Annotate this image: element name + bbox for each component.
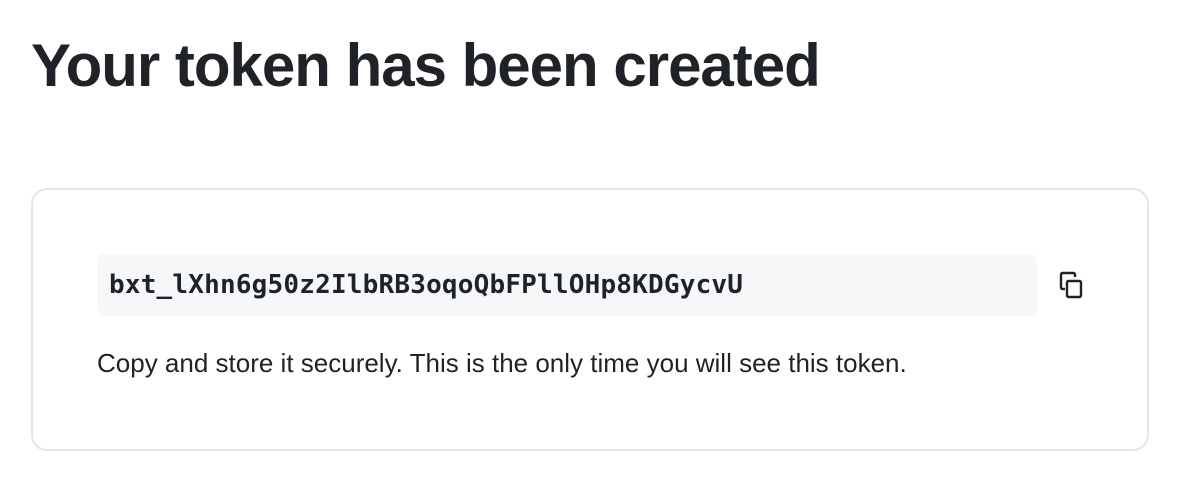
token-value[interactable]: bxt_lXhn6g50z2IlbRB3oqoQbFPllOHp8KDGycvU xyxy=(109,270,743,300)
help-text: Copy and store it securely. This is the … xyxy=(97,348,907,378)
token-field[interactable]: bxt_lXhn6g50z2IlbRB3oqoQbFPllOHp8KDGycvU xyxy=(97,254,1037,316)
token-row: bxt_lXhn6g50z2IlbRB3oqoQbFPllOHp8KDGycvU xyxy=(97,254,1097,316)
copy-token-button[interactable] xyxy=(1051,265,1091,305)
token-card: bxt_lXhn6g50z2IlbRB3oqoQbFPllOHp8KDGycvU… xyxy=(31,188,1149,451)
page-title: Your token has been created xyxy=(31,32,821,99)
copy-icon xyxy=(1055,269,1087,301)
